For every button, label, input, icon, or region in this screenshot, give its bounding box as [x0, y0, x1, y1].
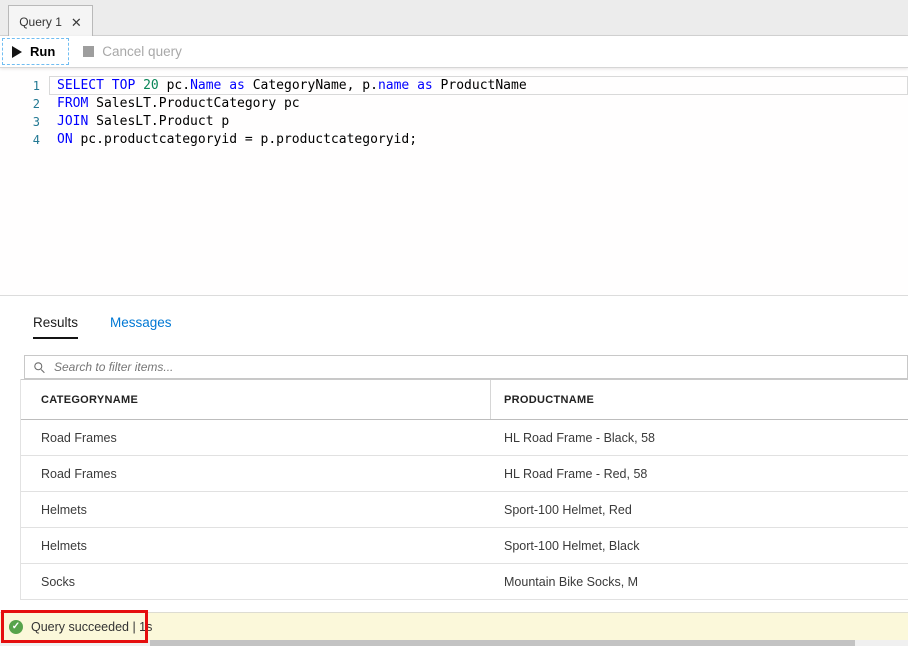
code-line[interactable]: 1SELECT TOP 20 pc.Name as CategoryName, …	[0, 77, 908, 95]
status-bar: ✓ Query succeeded | 1s	[0, 612, 908, 640]
run-button[interactable]: Run	[2, 38, 69, 65]
run-button-label: Run	[30, 44, 55, 59]
line-number: 1	[0, 77, 40, 95]
table-row[interactable]: HelmetsSport-100 Helmet, Red	[21, 492, 908, 528]
table-cell: Mountain Bike Socks, M	[491, 575, 638, 589]
code-text: JOIN SalesLT.Product p	[40, 113, 229, 131]
scrollbar-thumb[interactable]	[150, 640, 855, 646]
column-header-categoryname[interactable]: CATEGORYNAME	[21, 380, 491, 419]
play-icon	[12, 46, 22, 58]
table-row[interactable]: Road FramesHL Road Frame - Red, 58	[21, 456, 908, 492]
filter-input[interactable]	[52, 356, 907, 378]
code-line[interactable]: 2FROM SalesLT.ProductCategory pc	[0, 95, 908, 113]
cancel-query-button[interactable]: Cancel query	[77, 44, 188, 59]
code-text: FROM SalesLT.ProductCategory pc	[40, 95, 300, 113]
table-row[interactable]: SocksMountain Bike Socks, M	[21, 564, 908, 600]
table-cell: Socks	[21, 575, 491, 589]
tab-messages[interactable]: Messages	[110, 315, 172, 339]
code-text: ON pc.productcategoryid = p.productcateg…	[40, 131, 417, 149]
stop-icon	[83, 46, 94, 57]
results-panel: Results Messages CATEGORYNAME PRODUCTNAM…	[0, 295, 908, 600]
tab-label: Query 1	[19, 15, 62, 29]
filter-search-box[interactable]	[24, 355, 908, 379]
results-tab-bar: Results Messages	[33, 296, 908, 339]
editor-tab-query1[interactable]: Query 1 ✕	[8, 5, 93, 38]
cancel-query-label: Cancel query	[102, 44, 182, 59]
tab-results[interactable]: Results	[33, 315, 78, 339]
table-cell: Helmets	[21, 539, 491, 553]
status-text: Query succeeded | 1s	[31, 620, 152, 634]
code-line[interactable]: 3JOIN SalesLT.Product p	[0, 113, 908, 131]
query-toolbar: Run Cancel query	[0, 36, 908, 68]
grid-body: Road FramesHL Road Frame - Black, 58Road…	[21, 420, 908, 600]
line-number: 4	[0, 131, 40, 149]
sql-editor[interactable]: 1SELECT TOP 20 pc.Name as CategoryName, …	[0, 68, 908, 295]
table-cell: Road Frames	[21, 431, 491, 445]
code-text: SELECT TOP 20 pc.Name as CategoryName, p…	[40, 77, 527, 95]
success-check-icon: ✓	[9, 620, 23, 634]
table-row[interactable]: HelmetsSport-100 Helmet, Black	[21, 528, 908, 564]
table-cell: HL Road Frame - Red, 58	[491, 467, 647, 481]
table-cell: Sport-100 Helmet, Black	[491, 539, 639, 553]
query-editor-window: Query 1 ✕ Run Cancel query 1SELECT TOP 2…	[0, 0, 908, 646]
table-cell: Road Frames	[21, 467, 491, 481]
grid-header-row: CATEGORYNAME PRODUCTNAME	[21, 379, 908, 420]
tab-close-icon[interactable]: ✕	[71, 16, 82, 29]
code-line[interactable]: 4ON pc.productcategoryid = p.productcate…	[0, 131, 908, 149]
editor-tab-strip: Query 1 ✕	[0, 0, 908, 36]
table-cell: Sport-100 Helmet, Red	[491, 503, 632, 517]
horizontal-scrollbar	[0, 640, 908, 646]
table-cell: Helmets	[21, 503, 491, 517]
results-grid: CATEGORYNAME PRODUCTNAME Road FramesHL R…	[20, 379, 908, 600]
line-number: 3	[0, 113, 40, 131]
line-number: 2	[0, 95, 40, 113]
table-row[interactable]: Road FramesHL Road Frame - Black, 58	[21, 420, 908, 456]
table-cell: HL Road Frame - Black, 58	[491, 431, 655, 445]
search-icon	[33, 361, 46, 374]
column-header-productname[interactable]: PRODUCTNAME	[491, 380, 594, 419]
